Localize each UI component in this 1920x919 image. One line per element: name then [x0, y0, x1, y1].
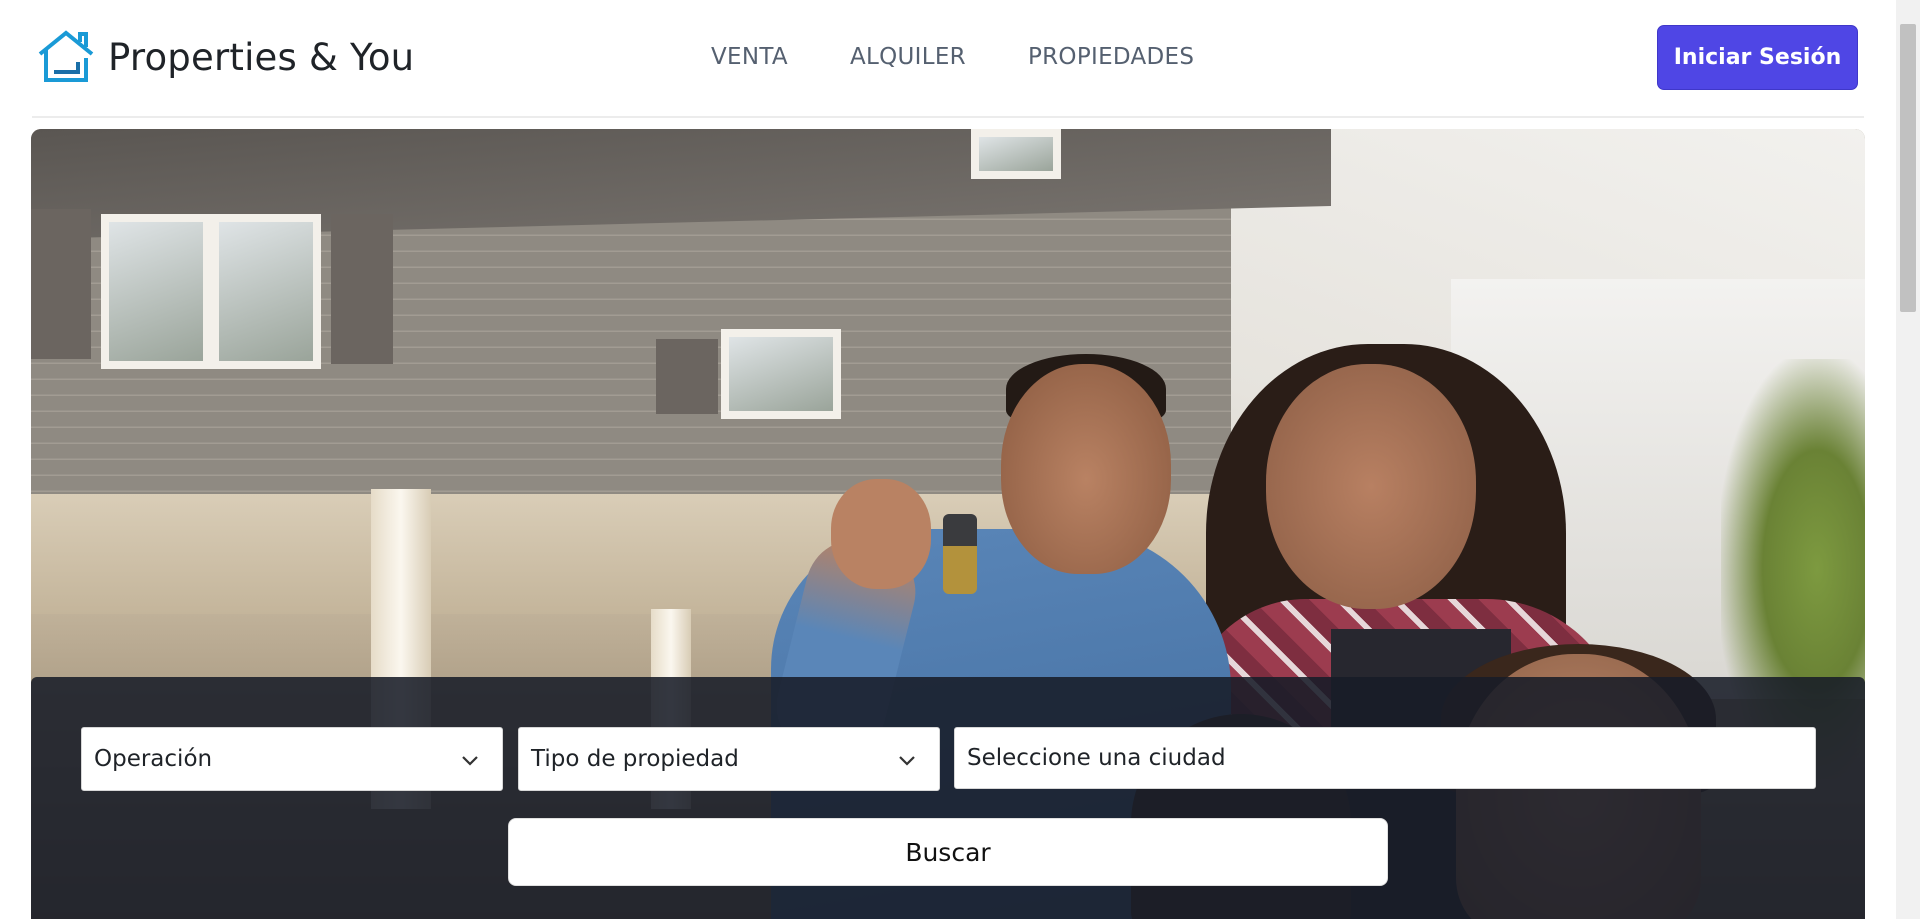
scrollbar-thumb[interactable] — [1900, 24, 1916, 312]
hero-man-hand — [831, 479, 931, 589]
chevron-down-icon — [462, 756, 478, 766]
vertical-scrollbar[interactable] — [1896, 0, 1920, 919]
login-button[interactable]: Iniciar Sesión — [1657, 25, 1858, 90]
hero-shutter — [331, 214, 393, 364]
keys-icon — [943, 514, 977, 594]
operation-select-value: Operación — [94, 746, 213, 772]
chevron-down-icon — [899, 756, 915, 766]
hero-window — [211, 214, 321, 369]
site-header: Properties & You VENTA ALQUILER PROPIEDA… — [0, 0, 1896, 118]
hero-shutter — [31, 209, 91, 359]
hero-man-face — [1001, 364, 1171, 574]
brand-logo-link[interactable]: Properties & You — [36, 28, 414, 86]
hero-window — [101, 214, 211, 369]
search-button[interactable]: Buscar — [508, 818, 1388, 886]
brand-name: Properties & You — [108, 35, 415, 79]
page: Properties & You VENTA ALQUILER PROPIEDA… — [0, 0, 1920, 919]
main-nav: VENTA ALQUILER PROPIEDADES — [711, 44, 1194, 70]
operation-select[interactable]: Operación — [81, 727, 503, 791]
house-outline-icon — [36, 28, 96, 86]
hero-woman-face — [1266, 364, 1476, 609]
city-input[interactable] — [954, 727, 1816, 789]
nav-item-propiedades[interactable]: PROPIEDADES — [1028, 44, 1194, 70]
nav-item-alquiler[interactable]: ALQUILER — [850, 44, 966, 70]
property-type-select-value: Tipo de propiedad — [531, 746, 739, 772]
nav-item-venta[interactable]: VENTA — [711, 44, 788, 70]
property-type-select[interactable]: Tipo de propiedad — [518, 727, 940, 791]
hero-shutter — [656, 339, 718, 414]
hero-window — [721, 329, 841, 419]
hero-window — [971, 129, 1061, 179]
search-panel: Operación Tipo de propiedad Buscar — [31, 677, 1865, 919]
header-divider — [32, 116, 1864, 118]
